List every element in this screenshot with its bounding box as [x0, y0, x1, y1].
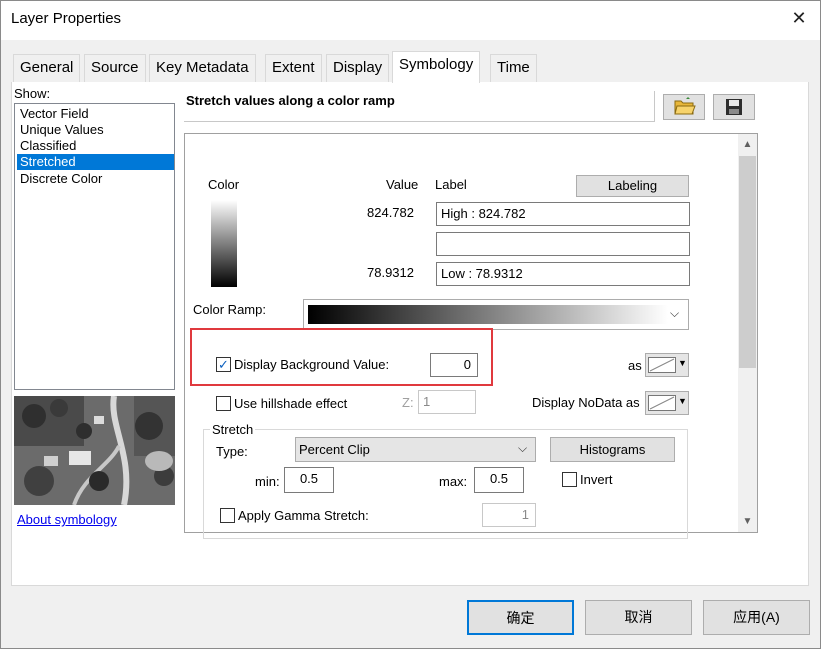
- z-factor-field[interactable]: 1: [418, 390, 476, 414]
- dropdown-arrow-icon: ▼: [678, 358, 687, 368]
- max-field[interactable]: 0.5: [474, 467, 524, 493]
- high-value: 824.782: [367, 205, 414, 220]
- gamma-checkbox[interactable]: [220, 508, 235, 523]
- labeling-button[interactable]: Labeling: [576, 175, 689, 197]
- stretch-type-label: Type:: [216, 444, 248, 459]
- renderer-description: Stretch values along a color ramp: [186, 93, 395, 108]
- symbology-preview-image: [14, 396, 175, 505]
- window-title: Layer Properties: [11, 10, 122, 27]
- background-value-field[interactable]: 0: [430, 353, 478, 377]
- display-background-checkbox[interactable]: ✓: [216, 357, 231, 372]
- background-color-picker[interactable]: ▼: [645, 353, 689, 377]
- min-field[interactable]: 0.5: [284, 467, 334, 493]
- renderer-list[interactable]: Vector Field Unique Values Classified St…: [14, 103, 175, 390]
- about-symbology-link[interactable]: About symbology: [17, 512, 117, 527]
- tab-symbology[interactable]: Symbology: [392, 51, 481, 83]
- list-item-discrete-color[interactable]: Discrete Color: [17, 171, 174, 187]
- display-background-label: Display Background Value:: [234, 357, 390, 372]
- save-button[interactable]: [713, 94, 755, 120]
- open-folder-button[interactable]: [663, 94, 705, 120]
- list-item-vector-field[interactable]: Vector Field: [17, 106, 174, 122]
- color-header: Color: [208, 177, 240, 192]
- histograms-button[interactable]: Histograms: [550, 437, 675, 462]
- color-ramp-preview: [308, 305, 668, 324]
- stretch-type-value: Percent Clip: [299, 442, 370, 457]
- color-ramp-label: Color Ramp:: [193, 302, 266, 317]
- cancel-button[interactable]: 取消: [585, 600, 692, 635]
- low-value: 78.9312: [367, 265, 414, 280]
- invert-checkbox[interactable]: [562, 472, 577, 487]
- open-folder-icon: [674, 97, 696, 115]
- stretch-group-label: Stretch: [210, 422, 256, 437]
- invert-label: Invert: [580, 472, 613, 487]
- no-color-icon: [648, 357, 676, 373]
- apply-button[interactable]: 应用(A): [703, 600, 810, 635]
- gamma-label: Apply Gamma Stretch:: [238, 508, 369, 523]
- nodata-label: Display NoData as: [532, 395, 640, 410]
- tab-time[interactable]: Time: [490, 54, 537, 82]
- max-label: max:: [439, 474, 468, 489]
- label-header: Label: [435, 177, 467, 192]
- list-item-stretched[interactable]: Stretched: [17, 154, 174, 170]
- min-label: min:: [255, 474, 280, 489]
- tab-extent[interactable]: Extent: [265, 54, 322, 82]
- scroll-up-icon[interactable]: ▲: [739, 139, 756, 150]
- high-label-field[interactable]: High : 824.782: [436, 202, 690, 226]
- tab-key-metadata[interactable]: Key Metadata: [149, 54, 256, 82]
- nodata-color-picker[interactable]: ▼: [645, 391, 689, 415]
- ok-button[interactable]: 确定: [467, 600, 574, 635]
- stretch-type-dropdown[interactable]: Percent Clip ⌵: [295, 437, 536, 462]
- mid-label-field[interactable]: [436, 232, 690, 256]
- z-label: Z:: [402, 395, 414, 410]
- chevron-down-icon: ⌵: [518, 441, 528, 455]
- show-label: Show:: [14, 86, 51, 101]
- tab-display[interactable]: Display: [326, 54, 390, 82]
- value-header: Value: [386, 177, 419, 192]
- scrollbar-thumb[interactable]: [739, 156, 756, 368]
- close-icon[interactable]: ✕: [787, 6, 811, 30]
- tab-source[interactable]: Source: [84, 54, 146, 82]
- list-item-classified[interactable]: Classified: [17, 138, 174, 154]
- as-label: as: [628, 358, 642, 373]
- gamma-field[interactable]: 1: [482, 503, 536, 527]
- scroll-down-icon[interactable]: ▼: [739, 516, 756, 527]
- save-icon: [726, 99, 742, 115]
- tab-general[interactable]: General: [13, 54, 81, 82]
- color-gradient-swatch[interactable]: [211, 200, 237, 287]
- low-label-field[interactable]: Low : 78.9312: [436, 262, 690, 286]
- color-ramp-dropdown[interactable]: ⌵: [303, 299, 689, 330]
- hillshade-label: Use hillshade effect: [234, 396, 348, 411]
- hillshade-checkbox[interactable]: [216, 396, 231, 411]
- list-item-unique-values[interactable]: Unique Values: [17, 122, 174, 138]
- no-color-icon: [648, 395, 676, 411]
- chevron-down-icon: ⌵: [670, 306, 680, 320]
- dropdown-arrow-icon: ▼: [678, 396, 687, 406]
